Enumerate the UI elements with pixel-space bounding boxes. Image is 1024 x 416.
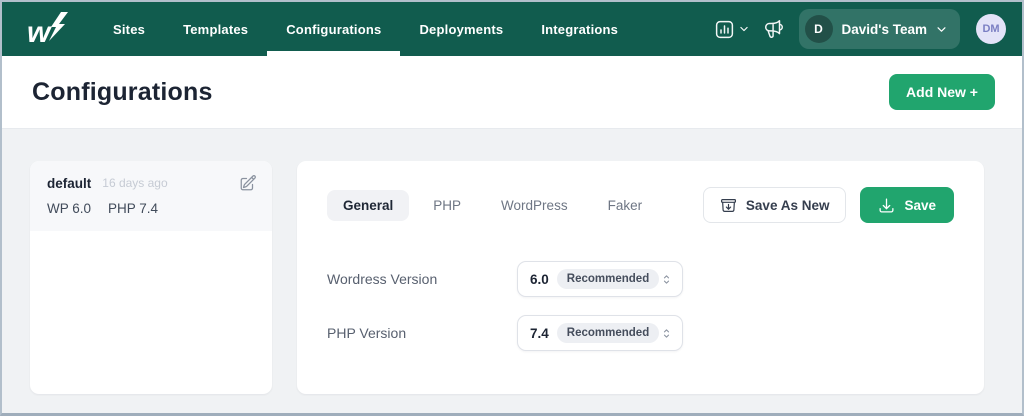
tab-php[interactable]: PHP [417, 190, 477, 221]
nav-item-sites[interactable]: Sites [94, 2, 164, 56]
chevron-up-down-icon [660, 327, 673, 340]
php-version-label: PHP Version [327, 325, 407, 341]
chevron-up-down-icon [660, 273, 673, 286]
chevron-down-icon [739, 24, 749, 34]
nav-item-deployments[interactable]: Deployments [400, 2, 522, 56]
config-tabs: General PHP WordPress Faker [327, 189, 659, 221]
top-navbar: w Sites Templates Configurations Deploym… [2, 2, 1022, 56]
nav-item-configurations[interactable]: Configurations [267, 2, 401, 56]
w-lightning-logo-icon: w [27, 12, 69, 46]
add-new-button[interactable]: Add New + [889, 74, 995, 110]
edit-icon[interactable] [239, 174, 257, 192]
chevron-down-icon [936, 24, 947, 35]
user-avatar[interactable]: DM [976, 14, 1006, 44]
tab-faker[interactable]: Faker [592, 190, 659, 221]
wordpress-version-row: Wordress Version 6.0 Recommended [327, 261, 954, 297]
wordpress-version-label: Wordress Version [327, 271, 438, 287]
tab-general[interactable]: General [327, 189, 410, 221]
save-download-icon [878, 197, 895, 214]
config-name: default [47, 175, 92, 191]
config-list-item-default[interactable]: default 16 days ago WP 6.0 PHP 7.4 [30, 161, 272, 231]
recommended-badge: Recommended [556, 323, 660, 343]
nav-item-templates[interactable]: Templates [164, 2, 267, 56]
primary-nav: Sites Templates Configurations Deploymen… [94, 2, 637, 56]
navbar-right-controls: D David's Team DM [714, 2, 1023, 56]
announcements-button[interactable] [763, 18, 785, 40]
wordpress-version-select[interactable]: 6.0 Recommended [517, 261, 683, 297]
save-as-new-icon [720, 197, 737, 214]
config-php-version: PHP 7.4 [108, 201, 159, 216]
app-window: w Sites Templates Configurations Deploym… [0, 0, 1024, 416]
team-switcher[interactable]: D David's Team [798, 9, 960, 49]
tab-wordpress[interactable]: WordPress [485, 190, 584, 221]
php-version-row: PHP Version 7.4 Recommended [327, 315, 954, 351]
svg-text:w: w [27, 16, 52, 46]
brand-logo[interactable]: w [2, 2, 94, 56]
save-label: Save [904, 197, 936, 213]
recommended-badge: Recommended [556, 269, 660, 289]
php-version-select[interactable]: 7.4 Recommended [517, 315, 683, 351]
save-button[interactable]: Save [860, 187, 954, 223]
team-name: David's Team [841, 21, 928, 37]
analytics-menu-button[interactable] [714, 19, 749, 40]
page-title: Configurations [32, 77, 213, 106]
team-avatar: D [804, 15, 833, 43]
wordpress-version-value: 6.0 [530, 271, 549, 287]
megaphone-icon [763, 18, 785, 40]
config-wp-version: WP 6.0 [47, 201, 92, 216]
save-as-new-button[interactable]: Save As New [702, 187, 847, 223]
page-header: Configurations Add New + [2, 56, 1022, 129]
main-content: default 16 days ago WP 6.0 PHP 7.4 Gener… [2, 129, 1022, 413]
configuration-detail-panel: General PHP WordPress Faker Save As New … [297, 161, 984, 394]
php-version-value: 7.4 [530, 325, 549, 341]
config-age: 16 days ago [102, 176, 168, 190]
bar-chart-icon [714, 19, 735, 40]
nav-item-integrations[interactable]: Integrations [522, 2, 637, 56]
configurations-list: default 16 days ago WP 6.0 PHP 7.4 [30, 161, 272, 394]
general-settings-form: Wordress Version 6.0 Recommended PHP Ver… [327, 261, 954, 351]
save-as-new-label: Save As New [745, 197, 830, 213]
